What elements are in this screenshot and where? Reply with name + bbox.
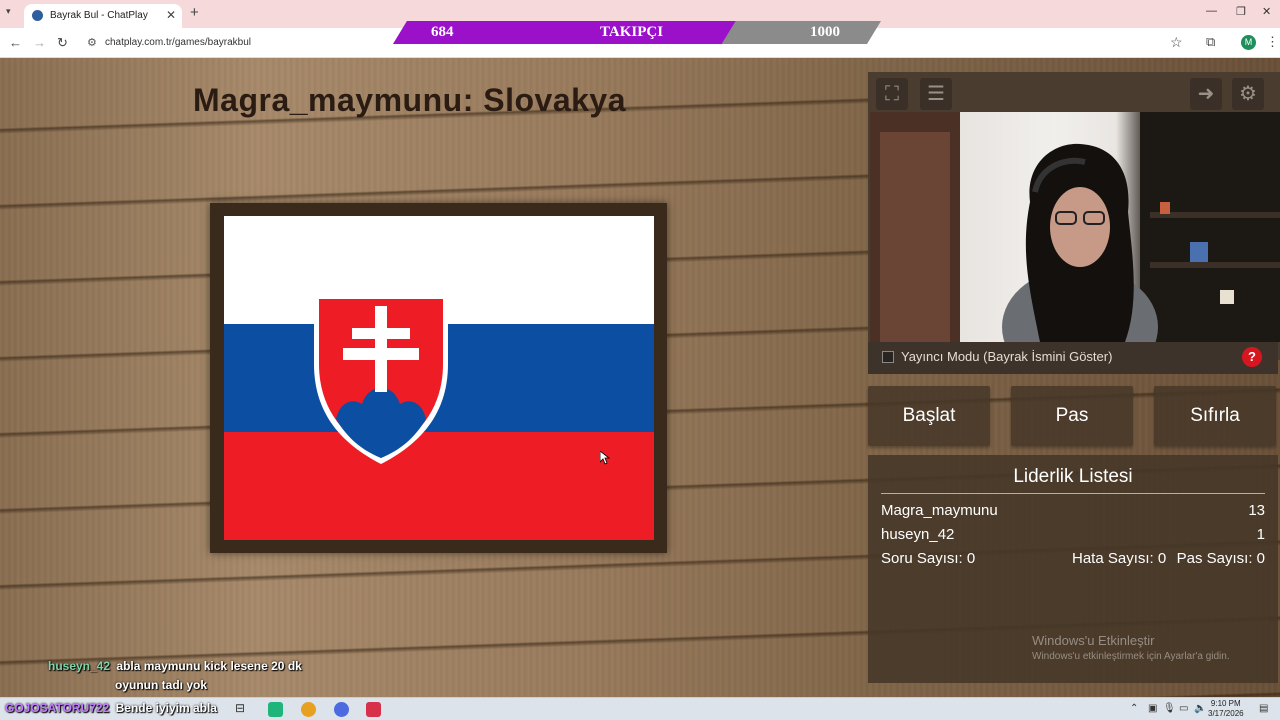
chat-text: Bende iyiyim abla — [115, 701, 217, 715]
start-button[interactable]: Başlat — [868, 386, 990, 446]
coat-of-arms-shield — [314, 296, 448, 464]
site-favicon-icon — [32, 10, 43, 21]
follower-goal: 1000 — [810, 24, 840, 40]
player-name: huseyn_42 — [881, 526, 955, 543]
error-count: Hata Sayısı: 0 — [1072, 550, 1167, 567]
new-tab-button[interactable]: + — [190, 4, 199, 21]
close-tab-icon[interactable]: ✕ — [166, 8, 176, 22]
chat-message: GOJOSATORU722 Bende iyiyim abla — [5, 701, 217, 715]
microphone-icon[interactable]: 🎙 — [1163, 703, 1176, 714]
leaderboard-divider — [881, 493, 1265, 494]
url-text: chatplay.com.tr/games/bayrakbul — [105, 37, 251, 48]
game-stats: Soru Sayısı: 0 Hata Sayısı: 0 Pas Sayısı… — [881, 550, 1265, 570]
clock-date: 3/17/2026 — [1208, 709, 1244, 718]
chrome-icon[interactable] — [301, 702, 316, 717]
streamer-mode-row: Yayıncı Modu (Bayrak İsmini Göster) ? — [868, 342, 1278, 374]
follower-goal-bar: 684 TAKIPÇI 1000 — [393, 21, 881, 44]
follower-label: TAKIPÇI — [600, 24, 664, 40]
windows-taskbar: GOJOSATORU722 Bende iyiyim abla ⊟ ⌃ ▣ 🎙 … — [0, 697, 1280, 720]
tray-app-icon[interactable]: ▣ — [1148, 703, 1157, 714]
question-title: Magra_maymunu: Slovakya — [193, 82, 626, 118]
leaderboard-title: Liderlik Listesi — [1013, 466, 1133, 487]
tray-chevron-icon[interactable]: ⌃ — [1130, 703, 1138, 714]
system-clock[interactable]: 9:10 PM 3/17/2026 — [1208, 699, 1244, 719]
mouse-cursor-icon — [600, 451, 610, 465]
player-score: 13 — [1248, 502, 1265, 519]
profile-avatar[interactable]: M — [1241, 35, 1256, 50]
webcam-image — [870, 112, 1280, 342]
forward-icon[interactable]: → — [33, 35, 46, 50]
leaderboard-row: huseyn_42 1 — [881, 526, 1265, 548]
chat-message: huseyn_42 abla maymunu kick lesene 20 dk — [48, 659, 302, 673]
help-icon[interactable]: ? — [1242, 347, 1262, 367]
reset-button[interactable]: Sıfırla — [1154, 386, 1276, 446]
maximize-icon[interactable]: ❐ — [1236, 5, 1246, 18]
flag-frame — [210, 203, 667, 553]
chat-username: huseyn_42 — [48, 659, 111, 673]
streamer-mode-checkbox[interactable] — [882, 351, 894, 363]
flag-image — [224, 216, 654, 540]
pass-count: Pas Sayısı: 0 — [1176, 550, 1265, 567]
game-page: Magra_maymunu: Slovakya ⛶ ☰ ➜ ⚙ Yayıncı … — [0, 58, 1280, 697]
minimize-icon[interactable]: — — [1206, 5, 1217, 17]
site-info-icon[interactable]: ⚙ — [87, 36, 97, 49]
discord-icon[interactable] — [334, 702, 349, 717]
pass-button[interactable]: Pas — [1011, 386, 1133, 446]
tab-title: Bayrak Bul - ChatPlay — [50, 10, 148, 21]
volume-icon[interactable]: 🔈 — [1194, 703, 1206, 714]
bookmark-star-icon[interactable]: ☆ — [1170, 34, 1183, 51]
chat-text-continued: oyunun tadı yok — [115, 678, 208, 692]
browser-tab[interactable]: Bayrak Bul - ChatPlay ✕ — [24, 4, 182, 28]
webcam-feed — [870, 112, 1280, 342]
streamer-mode-label: Yayıncı Modu (Bayrak İsmini Göster) — [901, 349, 1113, 364]
chat-text: abla maymunu kick lesene 20 dk — [116, 659, 302, 673]
back-icon[interactable]: ← — [9, 35, 22, 50]
reload-icon[interactable]: ↻ — [57, 35, 68, 51]
task-view-icon[interactable]: ⊟ — [235, 701, 245, 715]
settings-gear-icon[interactable]: ⚙ — [1232, 78, 1264, 110]
player-score: 1 — [1256, 526, 1265, 543]
windows-activation-title: Windows'u Etkinleştir — [1032, 633, 1155, 648]
leaderboard: Liderlik Listesi Magra_maymunu 13 huseyn… — [868, 455, 1278, 683]
list-icon[interactable]: ☰ — [920, 78, 952, 110]
chat-username: GOJOSATORU722 — [5, 701, 110, 715]
notifications-icon[interactable]: ▤ — [1259, 703, 1268, 714]
windows-activation-subtitle: Windows'u etkinleştirmek için Ayarlar'a … — [1032, 651, 1230, 662]
extensions-icon[interactable]: ⧉ — [1206, 34, 1215, 50]
vivaldi-icon[interactable] — [366, 702, 381, 717]
leaderboard-row: Magra_maymunu 13 — [881, 502, 1265, 524]
tab-search-icon[interactable]: ▾ — [6, 6, 11, 17]
fullscreen-icon[interactable]: ⛶ — [876, 78, 908, 110]
clock-time: 9:10 PM — [1210, 699, 1241, 708]
logout-icon[interactable]: ➜ — [1190, 78, 1222, 110]
player-name: Magra_maymunu — [881, 502, 998, 519]
camera-panel: ⛶ ☰ ➜ ⚙ — [868, 72, 1280, 360]
network-icon[interactable]: ▭ — [1179, 703, 1188, 714]
follower-count: 684 — [431, 24, 454, 40]
app-icon[interactable] — [268, 702, 283, 717]
browser-menu-icon[interactable]: ⋮ — [1266, 34, 1279, 50]
question-count: Soru Sayısı: 0 — [881, 550, 976, 567]
window-close-icon[interactable]: ✕ — [1262, 5, 1271, 18]
